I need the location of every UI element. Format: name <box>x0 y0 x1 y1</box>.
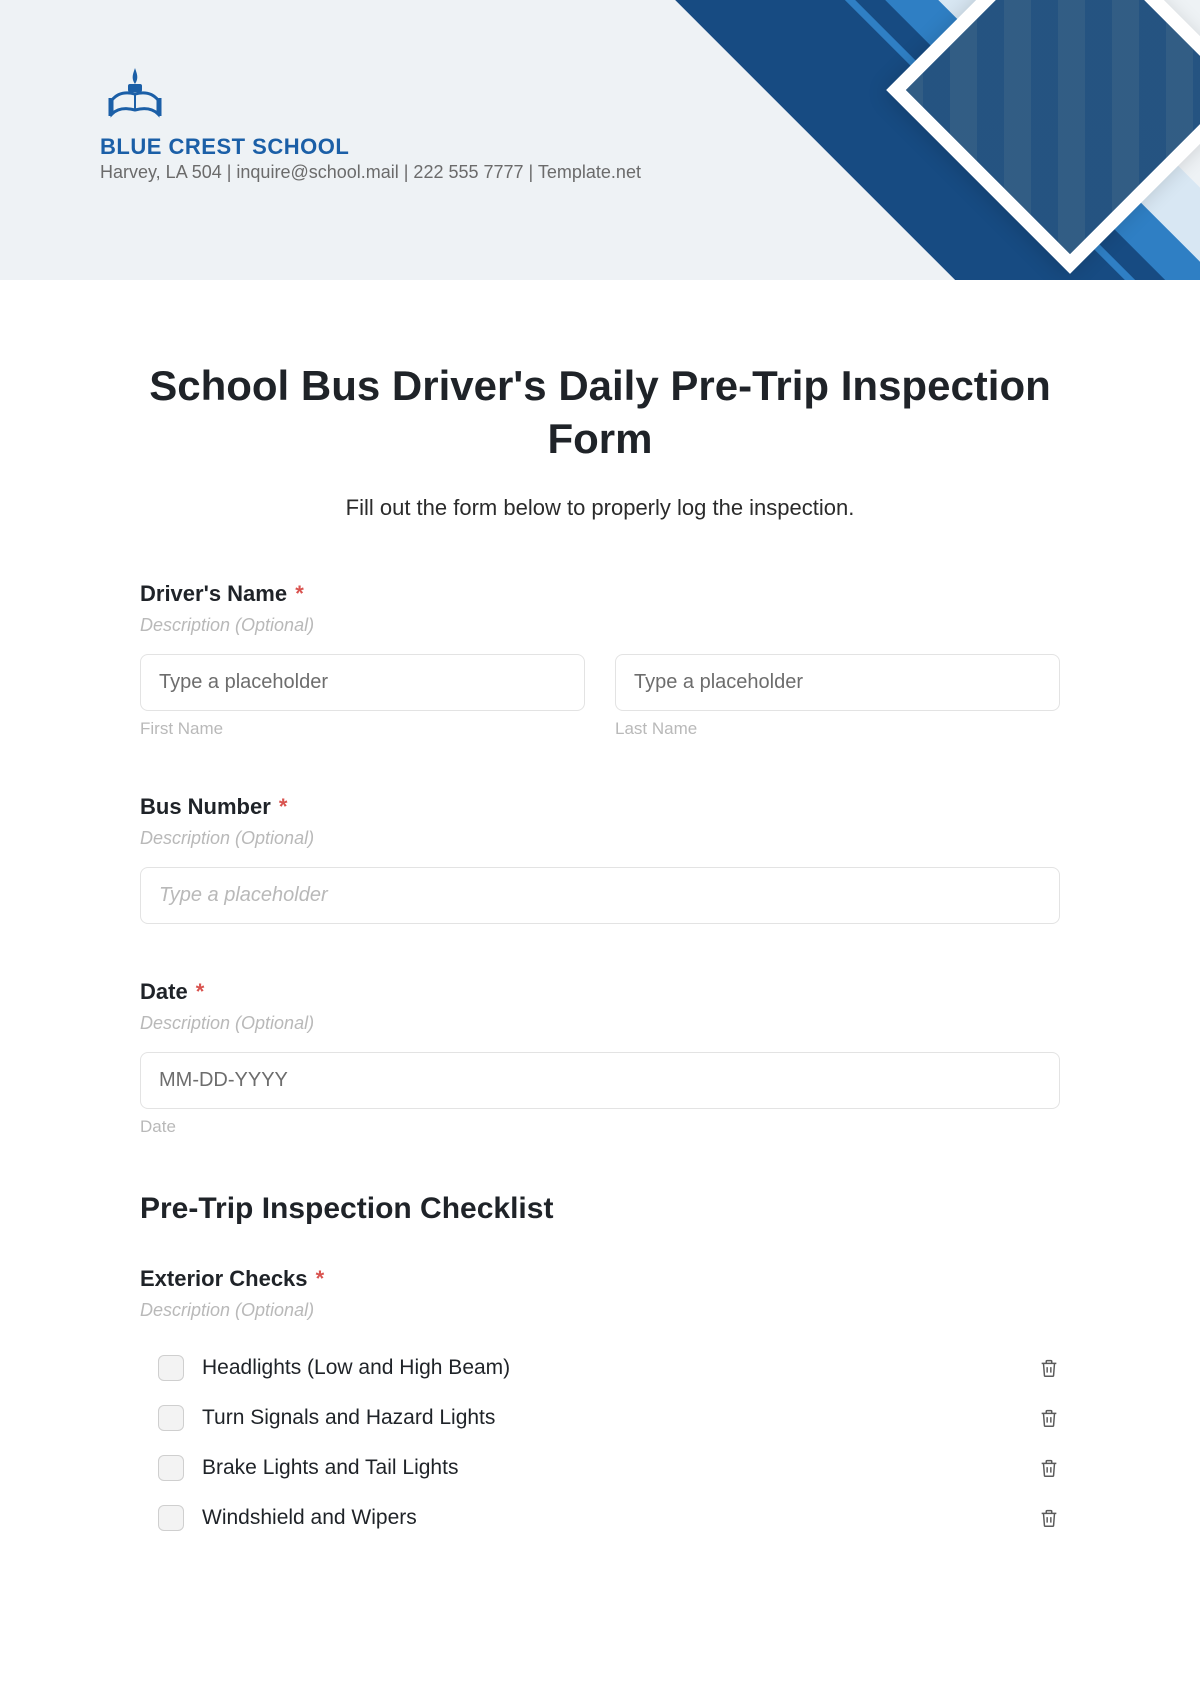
checkbox[interactable] <box>158 1405 184 1431</box>
form-subtitle: Fill out the form below to properly log … <box>140 495 1060 521</box>
check-item: Brake Lights and Tail Lights <box>158 1443 1060 1493</box>
check-item: Windshield and Wipers <box>158 1493 1060 1543</box>
field-driver-name: Driver's Name * Description (Optional) F… <box>140 581 1060 739</box>
trash-icon[interactable] <box>1038 1507 1060 1529</box>
exterior-checks-desc: Description (Optional) <box>140 1300 1060 1321</box>
checkbox[interactable] <box>158 1505 184 1531</box>
checkbox[interactable] <box>158 1355 184 1381</box>
bus-number-input[interactable] <box>140 867 1060 924</box>
check-item: Headlights (Low and High Beam) <box>158 1343 1060 1393</box>
date-desc: Description (Optional) <box>140 1013 1060 1034</box>
date-sublabel: Date <box>140 1117 1060 1137</box>
form-title: School Bus Driver's Daily Pre-Trip Inspe… <box>140 360 1060 465</box>
check-label: Brake Lights and Tail Lights <box>202 1456 1038 1480</box>
school-name: BLUE CREST SCHOOL <box>100 134 1200 160</box>
checkbox[interactable] <box>158 1455 184 1481</box>
trash-icon[interactable] <box>1038 1357 1060 1379</box>
header-banner: BLUE CREST SCHOOL Harvey, LA 504 | inqui… <box>0 0 1200 280</box>
school-logo-icon <box>100 60 170 130</box>
form-content: School Bus Driver's Daily Pre-Trip Inspe… <box>120 360 1080 1543</box>
driver-name-desc: Description (Optional) <box>140 615 1060 636</box>
bus-number-desc: Description (Optional) <box>140 828 1060 849</box>
last-name-sublabel: Last Name <box>615 719 1060 739</box>
date-label: Date * <box>140 979 1060 1005</box>
checklist-heading: Pre-Trip Inspection Checklist <box>140 1192 1060 1226</box>
check-label: Headlights (Low and High Beam) <box>202 1356 1038 1380</box>
field-bus-number: Bus Number * Description (Optional) <box>140 794 1060 924</box>
trash-icon[interactable] <box>1038 1407 1060 1429</box>
date-input[interactable] <box>140 1052 1060 1109</box>
check-label: Turn Signals and Hazard Lights <box>202 1406 1038 1430</box>
last-name-input[interactable] <box>615 654 1060 711</box>
exterior-checks-label: Exterior Checks * <box>140 1266 1060 1292</box>
driver-name-label: Driver's Name * <box>140 581 1060 607</box>
first-name-sublabel: First Name <box>140 719 585 739</box>
check-label: Windshield and Wipers <box>202 1506 1038 1530</box>
trash-icon[interactable] <box>1038 1457 1060 1479</box>
check-item: Turn Signals and Hazard Lights <box>158 1393 1060 1443</box>
first-name-input[interactable] <box>140 654 585 711</box>
school-contact-line: Harvey, LA 504 | inquire@school.mail | 2… <box>100 162 1200 183</box>
bus-number-label: Bus Number * <box>140 794 1060 820</box>
field-date: Date * Description (Optional) Date <box>140 979 1060 1137</box>
field-exterior-checks: Exterior Checks * Description (Optional)… <box>140 1266 1060 1543</box>
